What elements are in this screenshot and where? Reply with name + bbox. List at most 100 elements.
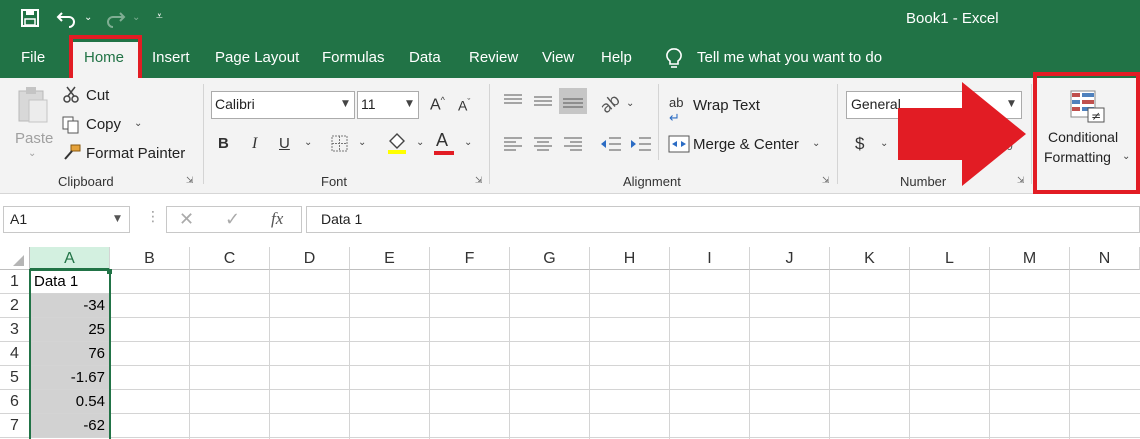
paste-icon[interactable]	[16, 86, 50, 126]
currency-button[interactable]: $	[855, 134, 864, 154]
font-size-select[interactable]: 11 ▼	[357, 91, 419, 119]
row-header-1[interactable]: 1	[0, 270, 30, 294]
cut-icon[interactable]	[62, 86, 80, 104]
merge-center-dropdown-icon[interactable]: ⌄	[812, 138, 820, 149]
wrap-text-icon[interactable]: ab ↵	[669, 95, 683, 126]
tab-home-active-label[interactable]: Home	[84, 49, 124, 66]
name-box[interactable]: A1 ▼	[3, 206, 130, 233]
align-bottom-button[interactable]	[559, 88, 587, 114]
lightbulb-icon	[666, 48, 682, 68]
column-header-f[interactable]: F	[430, 247, 510, 270]
tab-file[interactable]: File	[21, 49, 45, 66]
row-header-6[interactable]: 6	[0, 390, 30, 414]
wrap-text-label[interactable]: Wrap Text	[693, 97, 760, 114]
align-middle-icon[interactable]	[533, 93, 553, 109]
increase-indent-icon[interactable]	[630, 135, 652, 153]
row-header-4[interactable]: 4	[0, 342, 30, 366]
font-size-dropdown-icon: ▼	[406, 99, 413, 109]
customize-toolbar-icon[interactable]: ⩡	[156, 9, 163, 24]
save-icon[interactable]	[20, 8, 40, 28]
selection-border	[29, 269, 111, 439]
row-header-5[interactable]: 5	[0, 366, 30, 390]
alignment-launcher-icon[interactable]: ⇲	[822, 176, 830, 186]
copy-icon[interactable]	[62, 116, 80, 134]
separator	[489, 84, 490, 184]
row-header-3[interactable]: 3	[0, 318, 30, 342]
column-header-n[interactable]: N	[1070, 247, 1140, 270]
tab-view[interactable]: View	[542, 49, 574, 66]
empty-cells[interactable]	[110, 270, 1140, 439]
column-header-e[interactable]: E	[350, 247, 430, 270]
row-header-7[interactable]: 7	[0, 414, 30, 438]
undo-icon[interactable]	[56, 8, 78, 28]
column-header-h[interactable]: H	[590, 247, 670, 270]
column-header-c[interactable]: C	[190, 247, 270, 270]
clipboard-launcher-icon[interactable]: ⇲	[186, 176, 194, 186]
tab-page-layout[interactable]: Page Layout	[215, 49, 299, 66]
increase-font-size-icon[interactable]: A^	[430, 95, 445, 114]
copy-dropdown-icon[interactable]: ⌄	[134, 118, 142, 129]
align-center-icon[interactable]	[533, 136, 553, 152]
tab-formulas[interactable]: Formulas	[322, 49, 385, 66]
tab-help[interactable]: Help	[601, 49, 632, 66]
formula-input[interactable]: Data 1	[306, 206, 1140, 233]
column-header-a[interactable]: A	[30, 247, 110, 270]
decrease-font-size-icon[interactable]: Aˇ	[458, 97, 470, 114]
underline-dropdown-icon[interactable]: ⌄	[304, 137, 312, 148]
row-header-2[interactable]: 2	[0, 294, 30, 318]
merge-center-label[interactable]: Merge & Center	[693, 136, 799, 153]
orientation-dropdown-icon[interactable]: ⌄	[626, 98, 634, 109]
merge-center-icon[interactable]	[668, 135, 690, 153]
orientation-icon[interactable]: ab	[596, 90, 624, 117]
italic-button[interactable]: I	[252, 135, 257, 153]
undo-dropdown-icon[interactable]: ⌄	[84, 12, 92, 23]
paste-label[interactable]: Paste	[15, 130, 53, 147]
redo-dropdown-icon[interactable]: ⌄	[132, 12, 140, 23]
borders-dropdown-icon[interactable]: ⌄	[358, 137, 366, 148]
formula-bar: A1 ▼ ⋮ ✕ ✓ fx Data 1	[0, 200, 1140, 238]
fill-color-icon[interactable]	[386, 132, 408, 156]
currency-dropdown-icon[interactable]: ⌄	[880, 138, 888, 149]
tab-review[interactable]: Review	[469, 49, 518, 66]
font-launcher-icon[interactable]: ⇲	[475, 176, 483, 186]
cut-label[interactable]: Cut	[86, 87, 109, 104]
fill-color-dropdown-icon[interactable]: ⌄	[416, 137, 424, 148]
formula-input-value: Data 1	[321, 211, 363, 227]
column-header-l[interactable]: L	[910, 247, 990, 270]
font-name-select[interactable]: Calibri ▼	[211, 91, 355, 119]
number-format-value: General	[851, 96, 901, 112]
column-header-k[interactable]: K	[830, 247, 910, 270]
format-painter-label[interactable]: Format Painter	[86, 145, 185, 162]
column-header-b[interactable]: B	[110, 247, 190, 270]
tab-insert[interactable]: Insert	[152, 49, 190, 66]
fill-handle[interactable]	[107, 269, 112, 274]
font-color-dropdown-icon[interactable]: ⌄	[464, 137, 472, 148]
worksheet-grid[interactable]: A B C D E F G H I J K L M N 1 2 3 4 5 6 …	[0, 247, 1140, 439]
decrease-indent-icon[interactable]	[600, 135, 622, 153]
tell-me-search[interactable]: Tell me what you want to do	[697, 49, 882, 66]
underline-button[interactable]: U	[279, 135, 290, 152]
enter-icon[interactable]: ✓	[225, 209, 240, 230]
formula-buttons: ✕ ✓ fx	[166, 206, 302, 233]
align-right-icon[interactable]	[563, 136, 583, 152]
align-top-icon[interactable]	[503, 93, 523, 109]
insert-function-icon[interactable]: fx	[271, 209, 283, 229]
column-header-d[interactable]: D	[270, 247, 350, 270]
copy-label[interactable]: Copy	[86, 116, 121, 133]
format-painter-icon[interactable]	[62, 144, 82, 162]
select-all-corner[interactable]	[0, 247, 30, 270]
column-header-m[interactable]: M	[990, 247, 1070, 270]
tab-data[interactable]: Data	[409, 49, 441, 66]
column-header-i[interactable]: I	[670, 247, 750, 270]
font-color-icon[interactable]: A	[436, 130, 448, 151]
font-size-value: 11	[361, 96, 376, 112]
borders-icon[interactable]	[331, 135, 349, 153]
column-header-g[interactable]: G	[510, 247, 590, 270]
paste-dropdown-icon[interactable]: ⌄	[28, 148, 36, 159]
separator	[837, 84, 838, 184]
bold-button[interactable]: B	[218, 135, 229, 152]
align-left-icon[interactable]	[503, 136, 523, 152]
cancel-icon[interactable]: ✕	[179, 209, 194, 230]
column-header-j[interactable]: J	[750, 247, 830, 270]
redo-icon[interactable]	[104, 8, 126, 28]
